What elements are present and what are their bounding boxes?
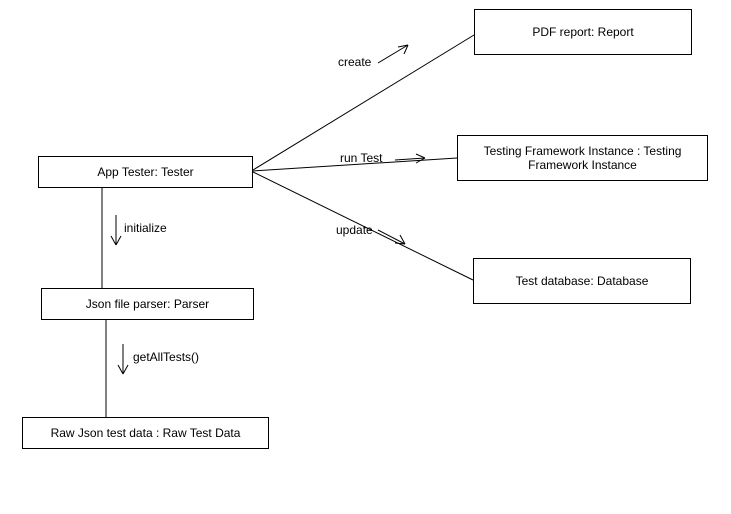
arrow-icon bbox=[118, 344, 128, 374]
edge-label-initialize: initialize bbox=[124, 221, 167, 235]
edge-label-getalltests: getAllTests() bbox=[133, 350, 199, 364]
node-report: PDF report: Report bbox=[474, 9, 692, 55]
arrow-icon bbox=[395, 154, 425, 163]
node-database: Test database: Database bbox=[473, 258, 691, 304]
arrow-icon bbox=[378, 45, 408, 63]
node-rawdata: Raw Json test data : Raw Test Data bbox=[22, 417, 269, 449]
arrow-icon bbox=[378, 230, 405, 244]
edge-label-runtest: run Test bbox=[340, 151, 382, 165]
edge-label-create: create bbox=[338, 55, 371, 69]
node-tester: App Tester: Tester bbox=[38, 156, 253, 188]
node-parser: Json file parser: Parser bbox=[41, 288, 254, 320]
edge-label-update: update bbox=[336, 223, 373, 237]
node-framework: Testing Framework Instance : Testing Fra… bbox=[457, 135, 708, 181]
arrow-icon bbox=[111, 215, 121, 245]
